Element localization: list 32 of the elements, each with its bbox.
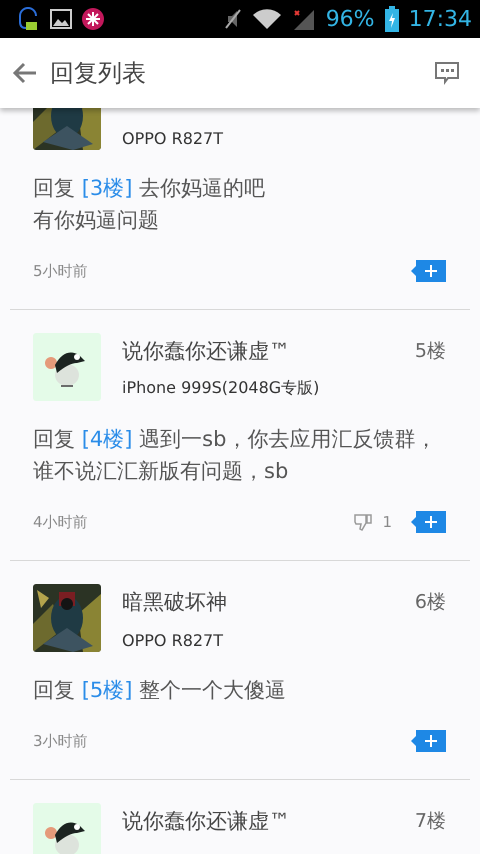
reply-text: 回复 [3楼] 去你妈逼的吧 — [33, 175, 266, 202]
floor-number: 5楼 — [414, 339, 446, 364]
image-icon — [50, 9, 72, 29]
user-name: 说你蠢你还谦虚™ — [122, 338, 291, 365]
reply-text: 有你妈逼问题 — [33, 207, 160, 234]
thumbs-down-icon[interactable] — [354, 513, 372, 531]
headset-icon — [16, 6, 40, 32]
reply-text: 回复 [4楼] 遇到一sb，你去应用汇反馈群，谁不说汇汇新版有问题，sb — [33, 426, 438, 485]
clock: 17:34 — [408, 6, 472, 32]
dislike-count: 1 — [382, 513, 392, 531]
post-time: 3小时前 — [33, 732, 89, 750]
plus-icon — [424, 515, 438, 529]
user-name: 暗黑破坏神 — [122, 589, 228, 616]
device-name: OPPO R827T — [122, 129, 224, 148]
floor-number: 7楼 — [414, 809, 446, 834]
back-arrow-icon[interactable] — [12, 62, 38, 84]
reply-text: 回复 [5楼] 整个一个大傻逼 — [33, 677, 288, 704]
page-title: 回复列表 — [50, 58, 147, 89]
battery-percent: 96% — [326, 6, 375, 32]
post-time: 5小时前 — [33, 262, 89, 280]
user-name: 说你蠢你还谦虚™ — [122, 808, 291, 835]
post-time: 4小时前 — [33, 512, 89, 532]
comment-icon[interactable] — [434, 60, 460, 86]
device-name: OPPO R827T — [122, 631, 224, 650]
battery-charging-icon — [384, 6, 399, 32]
asterisk-icon — [82, 8, 104, 30]
mute-icon — [224, 8, 242, 30]
wifi-icon — [252, 8, 282, 30]
device-name: iPhone 999S(2048G专版) — [122, 378, 320, 399]
plus-icon — [424, 264, 438, 278]
floor-number: 6楼 — [414, 590, 446, 615]
plus-icon — [424, 734, 438, 748]
